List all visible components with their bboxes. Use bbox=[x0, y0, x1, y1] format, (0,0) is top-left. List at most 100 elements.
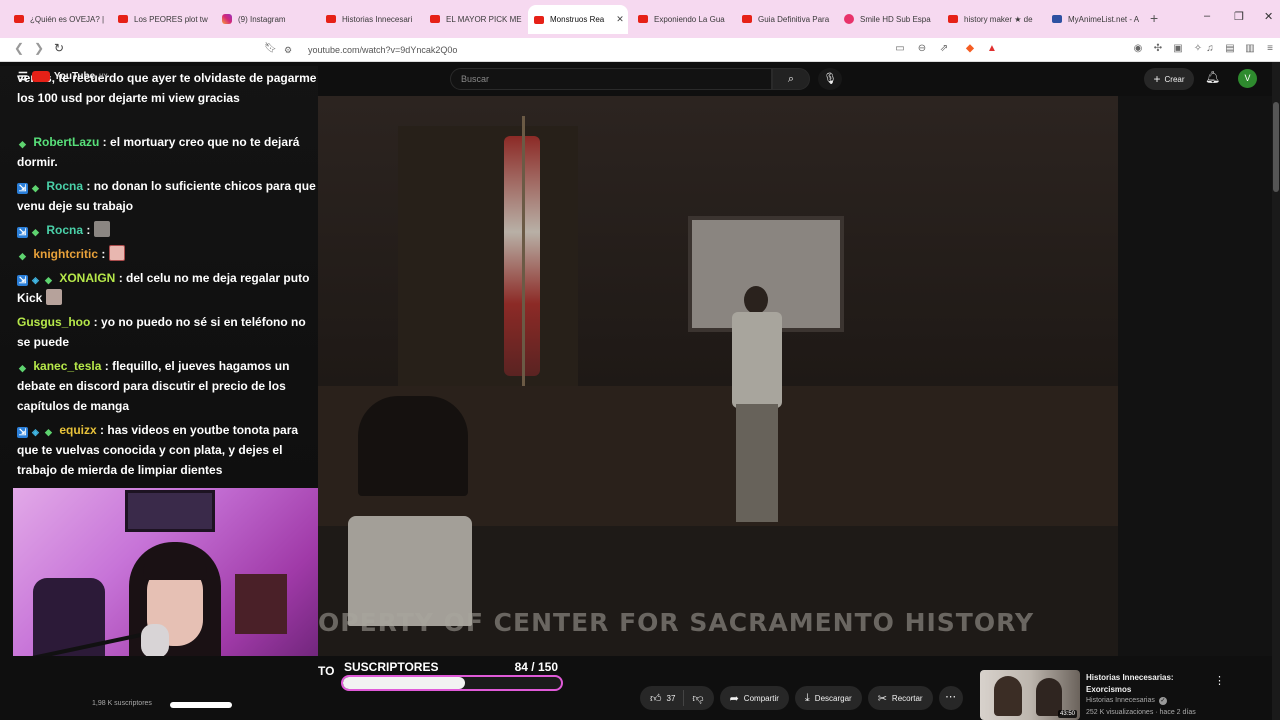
kebab-menu-icon[interactable]: ⋮ bbox=[1214, 674, 1225, 687]
tab-title: Los PEORES plot tw bbox=[134, 14, 208, 24]
chat-username: Rocna bbox=[46, 179, 84, 193]
country-code: UY bbox=[99, 73, 108, 80]
voice-search-button[interactable]: 🎙︎ bbox=[818, 68, 842, 90]
picture-emote-icon bbox=[45, 289, 62, 305]
sub-goal-progress-bar bbox=[341, 675, 563, 691]
zoom-icon[interactable]: ⊖ bbox=[916, 43, 928, 55]
download-button[interactable]: ⤓ Descargar bbox=[794, 686, 862, 710]
tab-5[interactable]: EL MAYOR PICK ME bbox=[424, 8, 528, 30]
chat-message: Gusgus_hoo : yo no puedo no sé si en tel… bbox=[17, 315, 306, 349]
tab-2[interactable]: Los PEORES plot tw bbox=[112, 8, 216, 30]
tab-1[interactable]: ¿Quién es OVEJA? | bbox=[8, 8, 112, 30]
chat-username: XONAIGN bbox=[59, 271, 116, 285]
video-wall-panel bbox=[398, 126, 578, 426]
channel-subscriber-count: 1,98 K suscriptores bbox=[92, 700, 152, 707]
share-page-icon[interactable]: ⇗ bbox=[938, 43, 950, 55]
url-text: youtube.com/watch?v=9dYncak2Q0o bbox=[308, 45, 458, 55]
cast-icon[interactable]: ▭ bbox=[894, 43, 906, 55]
record-icon bbox=[844, 14, 854, 24]
tab-9[interactable]: Smile HD Sub Espa bbox=[838, 8, 942, 30]
sidebar-icon[interactable]: ▤ bbox=[1224, 43, 1236, 55]
hamburger-menu-icon[interactable]: ☰ bbox=[18, 70, 28, 83]
tab-11[interactable]: MyAnimeList.net - A bbox=[1046, 8, 1146, 30]
close-window-button[interactable]: ✕ bbox=[1264, 10, 1273, 23]
subscribe-button-partial[interactable] bbox=[170, 702, 232, 708]
thumbnail-figure bbox=[994, 676, 1022, 716]
recommended-thumbnail[interactable]: 43:50 bbox=[980, 670, 1080, 720]
bookmark-icon[interactable]: 🔖︎ bbox=[264, 43, 277, 55]
screenshot-icon[interactable]: ▣ bbox=[1172, 43, 1184, 55]
download-icon: ⤓ bbox=[804, 691, 810, 704]
reload-icon[interactable]: ↻ bbox=[54, 41, 64, 55]
share-icon: ➦ bbox=[729, 692, 739, 705]
address-bar: ❮ ❯ ↻ 🔖︎ ⚙ youtube.com/watch?v=9dYncak2Q… bbox=[0, 38, 1280, 62]
recommended-channel[interactable]: Historias Innecesarias ✓ bbox=[1086, 697, 1167, 705]
youtube-icon bbox=[948, 15, 958, 23]
gem-badge-icon: ◈ bbox=[32, 427, 39, 437]
video-standing-figure bbox=[726, 286, 792, 526]
forward-icon[interactable]: ❯ bbox=[34, 41, 44, 55]
media-icon[interactable]: ♫ bbox=[1204, 43, 1216, 55]
video-player[interactable]: OPERTY OF CENTER FOR SACRAMENTO HISTORY bbox=[318, 96, 1118, 656]
account-avatar[interactable]: V bbox=[1238, 69, 1257, 88]
create-button[interactable]: + Crear bbox=[1144, 68, 1194, 90]
extensions-puzzle-icon[interactable]: ✣ bbox=[1152, 43, 1164, 55]
tab-title: Exponiendo La Gua bbox=[654, 14, 725, 24]
clip-button[interactable]: ✂ Recortar bbox=[867, 686, 933, 710]
leo-ai-icon[interactable]: ✧ bbox=[1192, 43, 1204, 55]
like-button[interactable]: 👍︎ 37 bbox=[640, 690, 685, 706]
minimize-button[interactable]: – bbox=[1204, 10, 1210, 22]
tab-10[interactable]: history maker ★ de bbox=[942, 8, 1046, 30]
tab-title: MyAnimeList.net - A bbox=[1068, 14, 1140, 24]
tab-8[interactable]: Guia Definitiva Para bbox=[736, 8, 840, 30]
tab-active[interactable]: Monstruos Rea ✕ bbox=[528, 5, 628, 34]
chat-message: ⇲ ◆ Rocna : no donan lo suficiente chicos… bbox=[17, 179, 316, 213]
wallet-icon[interactable]: ▥ bbox=[1244, 43, 1256, 55]
cat-emote-icon bbox=[93, 221, 110, 237]
notifications-bell-icon[interactable]: 🔔︎ bbox=[1205, 70, 1220, 84]
menu-icon[interactable]: ≡ bbox=[1264, 43, 1276, 55]
search-input[interactable]: Buscar bbox=[450, 68, 772, 90]
screen: ¿Quién es OVEJA? | Los PEORES plot tw (9… bbox=[0, 0, 1280, 720]
tab-title: Monstruos Rea bbox=[550, 15, 605, 24]
leaf-badge-icon: ◆ bbox=[19, 251, 26, 261]
girl-emote-icon bbox=[108, 245, 125, 261]
figure-head bbox=[744, 286, 768, 314]
maximize-button[interactable]: ❐ bbox=[1234, 10, 1244, 23]
chat-message: ◆ kanec_tesla : flequillo, el jueves hag… bbox=[17, 359, 290, 413]
page-scrollbar[interactable] bbox=[1272, 62, 1280, 720]
brave-shields-icon[interactable]: ◆ bbox=[964, 43, 976, 55]
recommended-video[interactable]: 43:50 Historias Innecesarias: Exorcismos… bbox=[980, 670, 1225, 720]
download-label: Descargar bbox=[814, 693, 852, 703]
share-button[interactable]: ➦ Compartir bbox=[719, 686, 789, 710]
youtube-icon bbox=[14, 15, 24, 23]
chat-message: ◆ knightcritic : bbox=[17, 244, 317, 264]
tab-3[interactable]: (9) Instagram bbox=[216, 8, 320, 30]
search-icon: ⌕ bbox=[787, 73, 795, 85]
chat-username: knightcritic bbox=[33, 247, 99, 261]
youtube-icon bbox=[638, 15, 648, 23]
site-info-icon[interactable]: ⚙ bbox=[284, 45, 296, 55]
close-tab-icon[interactable]: ✕ bbox=[616, 14, 624, 25]
tab-4[interactable]: Historias Innecesari bbox=[320, 8, 424, 30]
brave-rewards-icon[interactable]: ▲ bbox=[986, 43, 998, 55]
youtube-icon bbox=[534, 15, 544, 24]
extension-icon[interactable]: ◉ bbox=[1132, 43, 1144, 55]
sub-goal-label: SUSCRIPTORES bbox=[344, 660, 439, 674]
more-actions-button[interactable]: ⋯ bbox=[938, 686, 963, 710]
search-button[interactable]: ⌕ bbox=[772, 68, 810, 90]
recommended-title[interactable]: Historias Innecesarias: Exorcismos bbox=[1086, 672, 1206, 696]
figure-legs bbox=[736, 404, 778, 522]
youtube-icon bbox=[326, 15, 336, 23]
tab-title: EL MAYOR PICK ME bbox=[446, 14, 522, 24]
back-icon[interactable]: ❮ bbox=[14, 41, 24, 55]
tab-7[interactable]: Exponiendo La Gua bbox=[632, 8, 736, 30]
scrollbar-thumb[interactable] bbox=[1273, 102, 1279, 192]
chat-message: ⇲ ◆ Rocna : bbox=[17, 220, 317, 240]
verified-check-icon: ✓ bbox=[1158, 697, 1167, 705]
dislike-button[interactable]: 👎︎ bbox=[684, 692, 713, 705]
youtube-logo-icon bbox=[31, 71, 50, 82]
youtube-icon bbox=[742, 15, 752, 23]
new-tab-button[interactable]: + bbox=[1150, 10, 1158, 26]
figure-torso bbox=[732, 312, 782, 408]
